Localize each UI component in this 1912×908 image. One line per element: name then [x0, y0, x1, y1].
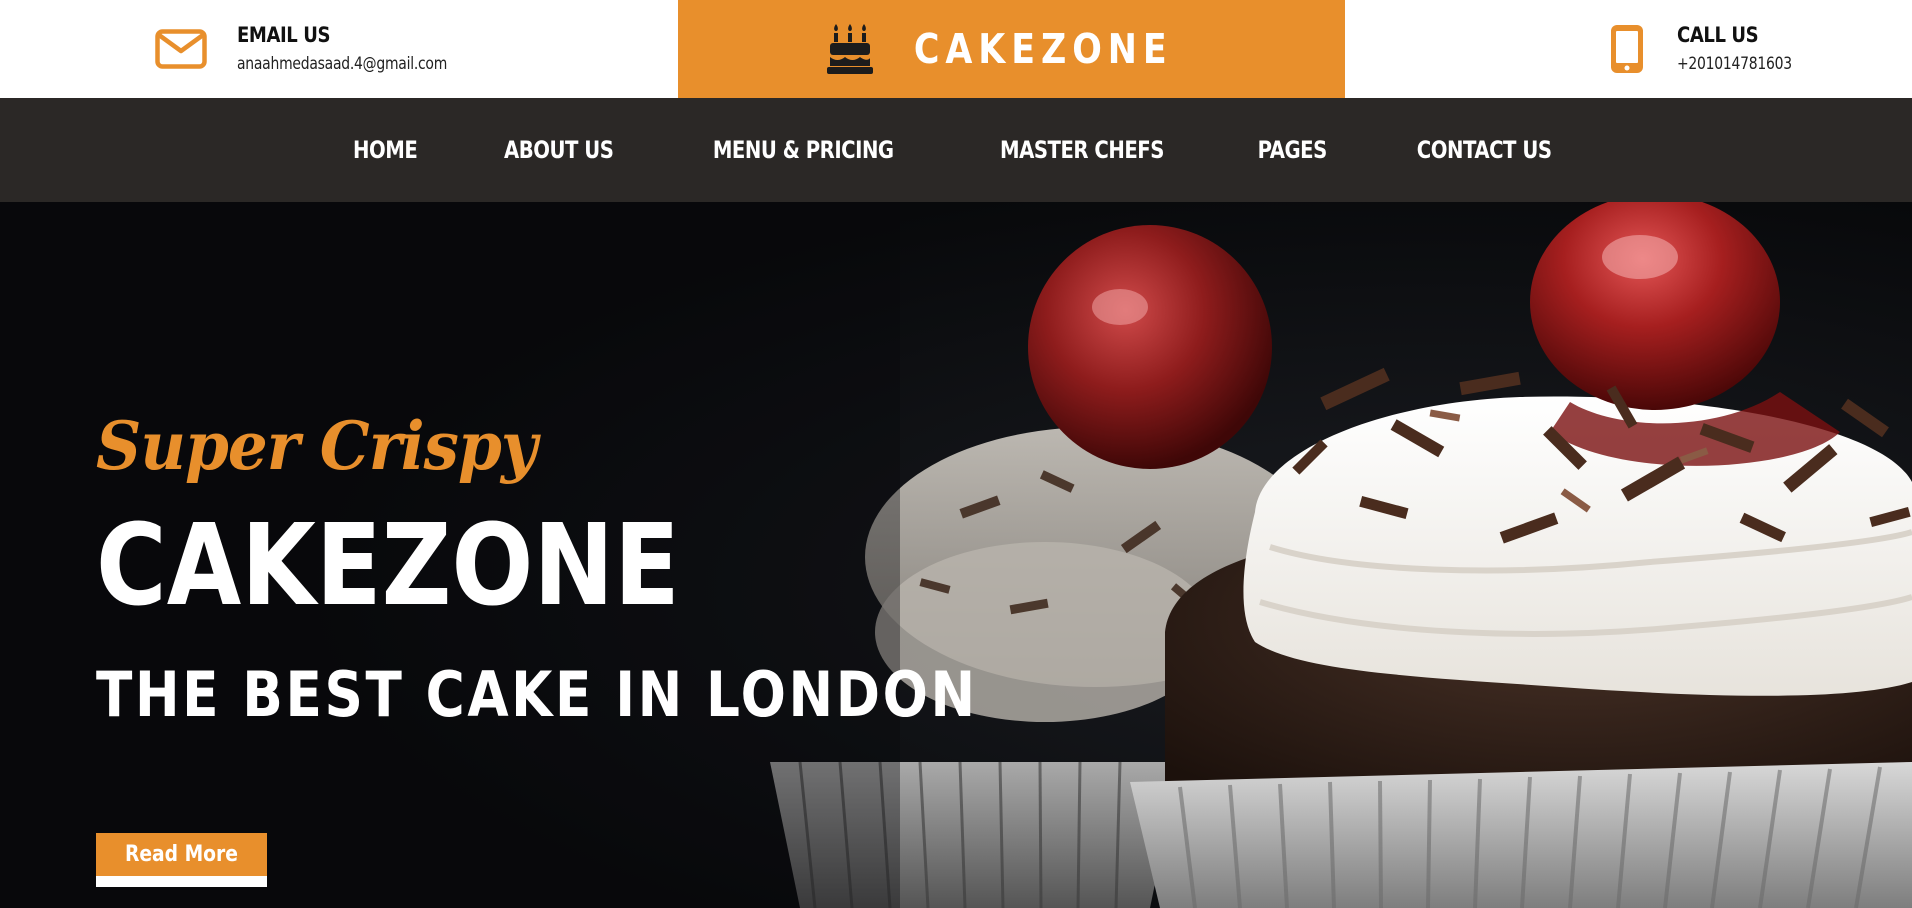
- hero-tagline: Super Crispy: [96, 407, 537, 485]
- hero-section: Super Crispy CAKEZONE THE BEST CAKE IN L…: [0, 202, 1912, 908]
- nav-menu-pricing[interactable]: MENU & PRICING: [685, 136, 922, 164]
- phone-contact: CALL US +201014781603: [1607, 0, 1817, 98]
- brand-logo[interactable]: CAKEZONE: [678, 0, 1345, 98]
- read-more-button[interactable]: Read More: [96, 833, 267, 887]
- hero-subtitle: THE BEST CAKE IN LONDON: [96, 658, 978, 731]
- email-contact: EMAIL US anaahmedasaad.4@gmail.com: [155, 0, 493, 98]
- nav-contact-us[interactable]: CONTACT US: [1389, 136, 1579, 164]
- nav-pages[interactable]: PAGES: [1229, 136, 1354, 164]
- nav-master-chefs[interactable]: MASTER CHEFS: [972, 136, 1192, 164]
- envelope-icon: [155, 23, 207, 75]
- mobile-phone-icon: [1607, 23, 1647, 75]
- phone-title: CALL US: [1677, 23, 1759, 47]
- birthday-cake-icon: [827, 23, 874, 75]
- phone-number[interactable]: +201014781603: [1677, 52, 1792, 76]
- top-bar: EMAIL US anaahmedasaad.4@gmail.com CAKEZ…: [0, 0, 1912, 98]
- nav-about-us[interactable]: ABOUT US: [476, 136, 641, 164]
- brand-name: CAKEZONE: [914, 25, 1173, 73]
- main-navigation: HOME ABOUT US MENU & PRICING MASTER CHEF…: [0, 98, 1912, 202]
- hero-content: Super Crispy CAKEZONE THE BEST CAKE IN L…: [96, 202, 996, 908]
- read-more-label: Read More: [125, 842, 238, 867]
- email-address[interactable]: anaahmedasaad.4@gmail.com: [237, 52, 447, 76]
- email-title: EMAIL US: [237, 23, 331, 47]
- nav-home[interactable]: HOME: [325, 136, 445, 164]
- hero-title: CAKEZONE: [96, 501, 680, 631]
